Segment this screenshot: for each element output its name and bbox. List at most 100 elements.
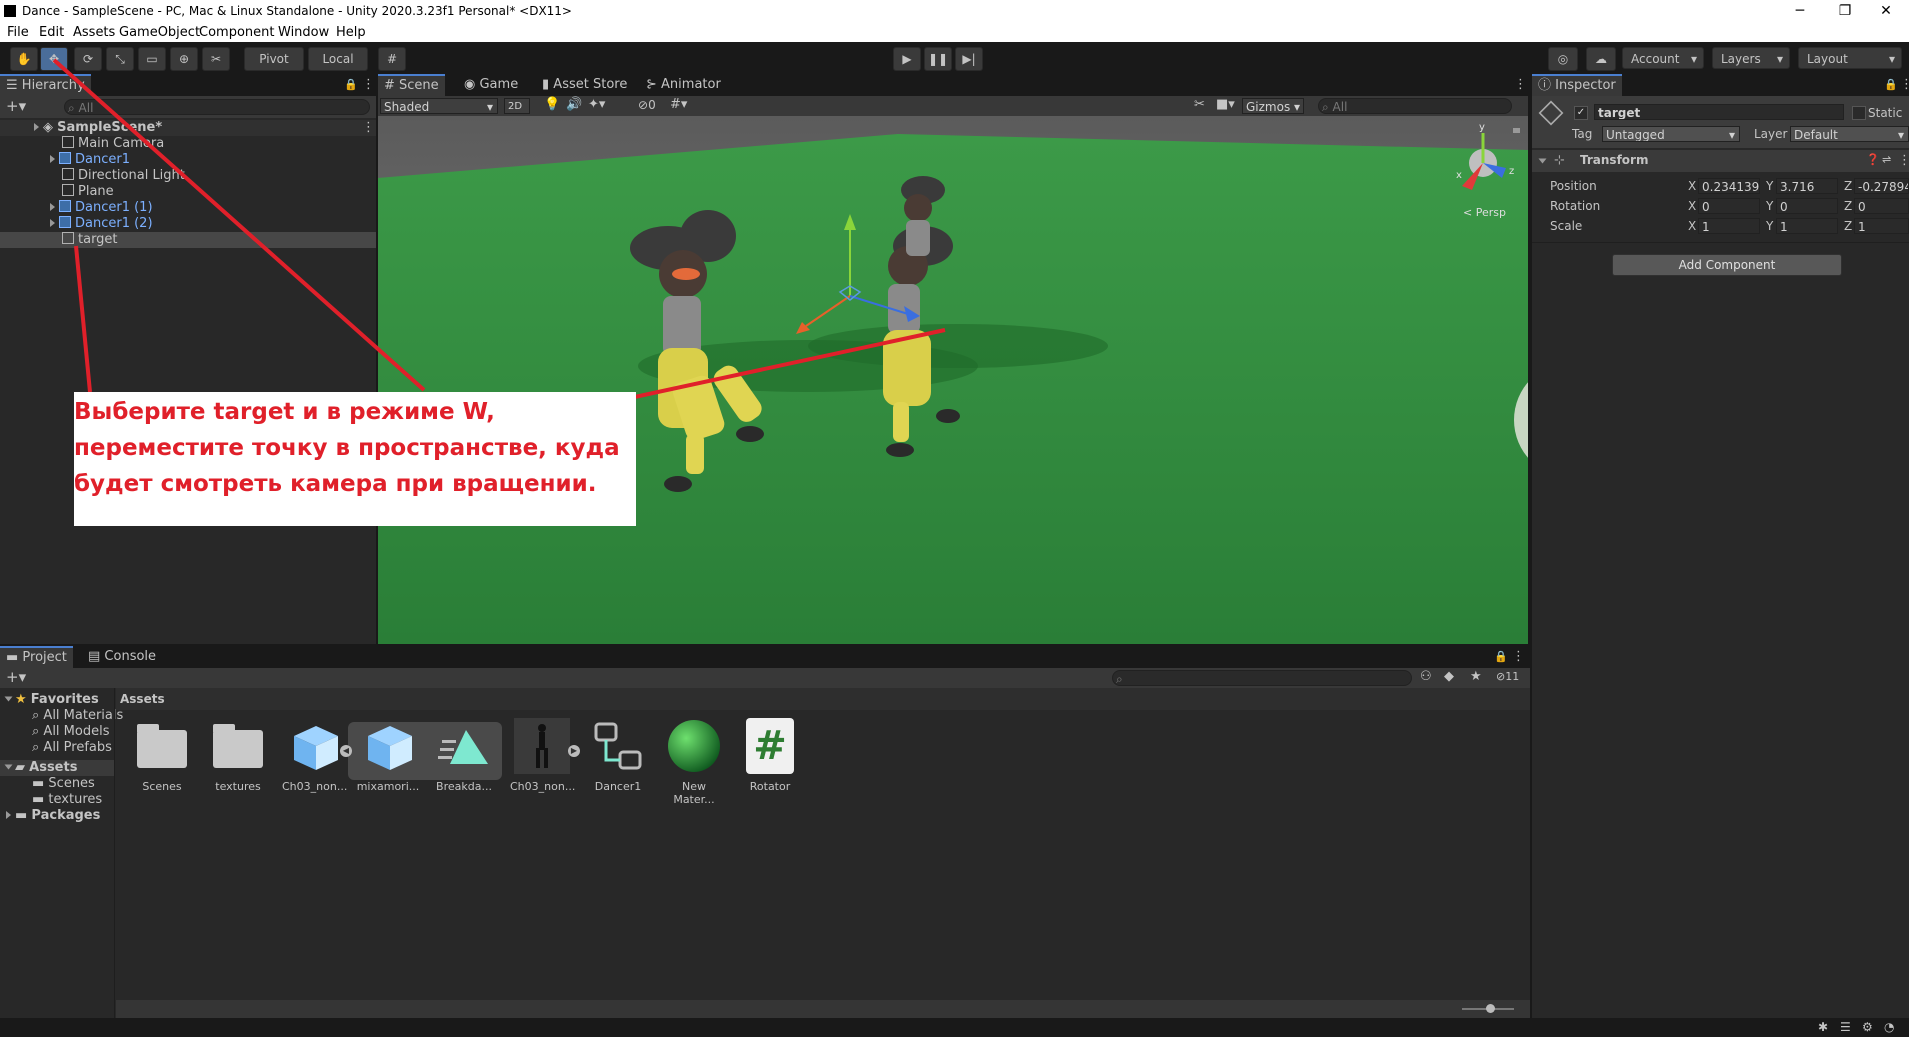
project-search-input[interactable]: ⌕ [1112, 670, 1412, 686]
kebab-menu-icon[interactable]: ⋮ [1514, 77, 1527, 92]
asset-scenes[interactable]: Scenes [130, 718, 194, 793]
step-button[interactable]: ▶| [955, 47, 983, 71]
transform-header[interactable]: ⊹ Transform ❓ ⇌ ⋮ [1532, 150, 1909, 172]
preset-icon[interactable]: ⇌ [1882, 153, 1891, 166]
favorite-star-icon[interactable]: ★ [1470, 669, 1482, 684]
expand-arrow-icon[interactable] [1538, 158, 1547, 164]
tree-all-models[interactable]: ⌕ All Models [0, 724, 109, 740]
scale-x-field[interactable]: 1 [1698, 218, 1760, 234]
minimize-button[interactable]: ─ [1777, 1, 1823, 21]
tree-textures[interactable]: ▬ textures [0, 792, 102, 808]
2d-toggle[interactable]: 2D [504, 98, 530, 114]
kebab-menu-icon[interactable]: ⋮ [1898, 153, 1909, 168]
rotate-tool-button[interactable]: ⟳ [74, 47, 102, 71]
tab-asset-store[interactable]: ▮ Asset Store [536, 74, 633, 96]
hierarchy-item-main-camera[interactable]: Main Camera [0, 136, 376, 152]
hidden-objects-toggle[interactable]: ⊘0 [638, 98, 656, 112]
object-name-input[interactable]: target [1594, 104, 1844, 120]
tab-game[interactable]: ◉ Game [458, 74, 524, 96]
scale-z-field[interactable]: 1 [1854, 218, 1909, 234]
tab-console[interactable]: ▤ Console [82, 646, 162, 668]
expand-arrow-icon[interactable] [4, 764, 13, 770]
menu-help[interactable]: Help [336, 25, 366, 40]
rotation-x-field[interactable]: 0 [1698, 198, 1760, 214]
static-checkbox[interactable] [1852, 106, 1866, 120]
asset-ch03-model[interactable]: Ch03_non... [282, 718, 347, 793]
hierarchy-item-target[interactable]: target [0, 232, 376, 248]
layout-dropdown[interactable]: Layout ▾ [1798, 47, 1902, 69]
tree-packages[interactable]: ▬ Packages [0, 808, 100, 824]
local-toggle[interactable]: Local [308, 47, 368, 71]
collab-button[interactable]: ◎ [1548, 47, 1578, 71]
breadcrumb-assets[interactable]: Assets [120, 692, 165, 706]
layers-dropdown[interactable]: Layers ▾ [1712, 47, 1790, 69]
scale-tool-button[interactable]: ⤡ [106, 47, 134, 71]
position-x-field[interactable]: 0.234139 [1698, 178, 1760, 194]
pivot-toggle[interactable]: Pivot [244, 47, 304, 71]
custom-tool-button[interactable]: ✂ [202, 47, 230, 71]
expand-arrow-icon[interactable] [34, 123, 39, 131]
audio-icon[interactable]: 🔊 [566, 97, 582, 112]
lighting-icon[interactable]: 💡 [544, 97, 560, 112]
move-tool-button[interactable]: ✥ [40, 47, 68, 71]
tools-icon[interactable]: ✂ [1194, 97, 1205, 112]
grid-toggle-icon[interactable]: #▾ [670, 97, 687, 112]
kebab-menu-icon[interactable]: ⋮ [362, 77, 375, 92]
transform-tool-button[interactable]: ⊕ [170, 47, 198, 71]
tab-hierarchy[interactable]: ☰ Hierarchy [0, 74, 91, 96]
grid-snap-button[interactable]: # [378, 47, 406, 71]
expand-asset-icon[interactable]: ◀ [340, 745, 352, 757]
asset-rotator-script[interactable]: # Rotator [738, 718, 802, 793]
menu-file[interactable]: File [7, 25, 29, 40]
persp-label[interactable]: < Persp [1463, 206, 1506, 219]
tree-all-prefabs[interactable]: ⌕ All Prefabs [0, 740, 112, 756]
hierarchy-item-plane[interactable]: Plane [0, 184, 376, 200]
hand-tool-button[interactable]: ✋ [10, 47, 38, 71]
play-button[interactable]: ▶ [893, 47, 921, 71]
tab-scene[interactable]: # Scene [378, 74, 445, 96]
tree-favorites[interactable]: ★ Favorites [0, 692, 99, 708]
camera-icon[interactable]: ■▾ [1216, 97, 1235, 112]
tag-dropdown[interactable]: Untagged ▾ [1602, 126, 1740, 142]
expand-arrow-icon[interactable] [50, 203, 55, 211]
asset-textures[interactable]: textures [206, 718, 270, 793]
zoom-slider-thumb[interactable] [1486, 1004, 1495, 1013]
hierarchy-item-dancer1[interactable]: Dancer1 [0, 152, 376, 168]
tab-inspector[interactable]: ⓘ Inspector [1532, 74, 1622, 96]
menu-assets[interactable]: Assets [73, 25, 115, 40]
scene-row[interactable]: ◈ SampleScene* ⋮ [0, 120, 376, 136]
pause-button[interactable]: ❚❚ [924, 47, 952, 71]
create-dropdown[interactable]: +▾ [6, 668, 26, 686]
asset-mixamorig[interactable]: mixamori... [356, 718, 420, 793]
gizmos-dropdown[interactable]: Gizmos ▾ [1242, 98, 1304, 114]
tab-project[interactable]: ▬ Project [0, 646, 73, 668]
position-z-field[interactable]: -0.27894 [1854, 178, 1909, 194]
search-by-type-icon[interactable]: ⚇ [1420, 669, 1432, 684]
expand-arrow-icon[interactable] [50, 219, 55, 227]
tree-all-materials[interactable]: ⌕ All Materials [0, 708, 123, 724]
shading-mode-dropdown[interactable]: Shaded ▾ [380, 98, 498, 114]
menu-component[interactable]: Component [199, 25, 274, 40]
hierarchy-item-dancer1-1[interactable]: Dancer1 (1) [0, 200, 376, 216]
expand-asset-icon[interactable]: ▶ [568, 745, 580, 757]
kebab-menu-icon[interactable]: ⋮ [1512, 649, 1525, 664]
menu-edit[interactable]: Edit [39, 25, 64, 40]
hierarchy-item-directional-light[interactable]: Directional Light [0, 168, 376, 184]
lock-icon[interactable]: 🔒 [1494, 650, 1508, 663]
asset-dancer1-controller[interactable]: Dancer1 [586, 718, 650, 793]
menu-gameobject[interactable]: GameObject [119, 25, 200, 40]
progress-icon[interactable]: ◔ [1884, 1020, 1894, 1034]
search-by-label-icon[interactable]: ◆ [1444, 669, 1454, 684]
expand-arrow-icon[interactable] [50, 155, 55, 163]
menu-window[interactable]: Window [278, 25, 329, 40]
hierarchy-item-dancer1-2[interactable]: Dancer1 (2) [0, 216, 376, 232]
lock-icon[interactable]: 🔒 [344, 78, 358, 91]
scene-viewport[interactable]: y x z < Persp [378, 116, 1528, 644]
active-checkbox[interactable]: ✓ [1574, 106, 1588, 120]
tab-animator[interactable]: ⊱ Animator [640, 74, 727, 96]
rotation-y-field[interactable]: 0 [1776, 198, 1838, 214]
hidden-packages-toggle[interactable]: ⊘11 [1496, 670, 1519, 683]
bug-icon[interactable]: ✱ [1818, 1020, 1828, 1034]
scale-y-field[interactable]: 1 [1776, 218, 1838, 234]
restore-button[interactable]: ❐ [1822, 1, 1868, 21]
